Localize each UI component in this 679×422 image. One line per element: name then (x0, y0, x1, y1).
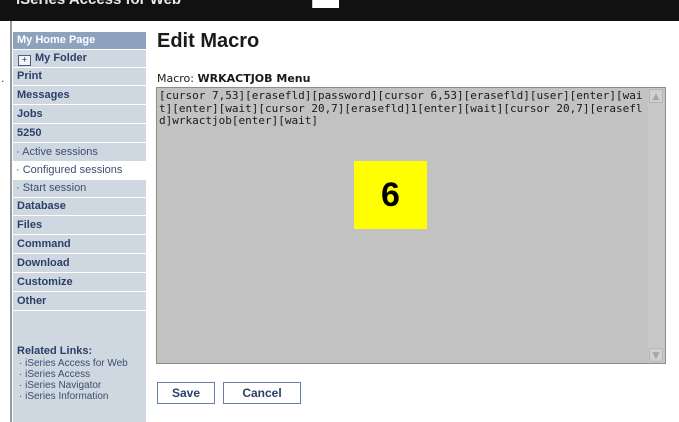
cancel-button[interactable]: Cancel (223, 382, 301, 404)
save-button[interactable]: Save (157, 382, 215, 404)
related-link-iseries-access[interactable]: · iSeries Access (17, 369, 145, 380)
nav-start-session[interactable]: · Start session (13, 180, 146, 198)
nav-customize[interactable]: Customize (13, 274, 146, 292)
left-edge: . (0, 21, 12, 422)
nav-files[interactable]: Files (13, 217, 146, 235)
nav-active-sessions[interactable]: · Active sessions (13, 144, 146, 162)
nav-other[interactable]: Other (13, 293, 146, 311)
related-link-iseries-information[interactable]: · iSeries Information (17, 391, 145, 402)
nav-5250[interactable]: 5250 (13, 125, 146, 143)
page-title: Edit Macro (157, 30, 260, 52)
nav-messages[interactable]: Messages (13, 87, 146, 105)
macro-label-prefix: Macro: (157, 72, 198, 85)
left-navigation: My Home Page + My Folder Print Messages J… (13, 32, 146, 422)
nav-my-folder-label: My Folder (35, 52, 87, 64)
edge-divider (10, 21, 12, 422)
macro-label: Macro: WRKACTJOB Menu (157, 72, 310, 85)
macro-text[interactable]: [cursor 7,53][erasefld][password][cursor… (159, 89, 645, 128)
related-links-heading: Related Links: (17, 345, 93, 357)
macro-name: WRKACTJOB Menu (197, 72, 311, 85)
scroll-up-icon[interactable]: ▲ (649, 89, 663, 103)
nav-database[interactable]: Database (13, 198, 146, 216)
app-title: iSeries Access for Web (16, 0, 181, 8)
step-callout: 6 (354, 161, 427, 229)
editor-scrollbar[interactable]: ▲ ▼ (648, 88, 665, 363)
app-header-bar: iSeries Access for Web (0, 0, 679, 21)
header-gap (312, 0, 339, 8)
related-links: Related Links: · iSeries Access for Web … (17, 345, 145, 402)
related-link-iseries-access-web[interactable]: · iSeries Access for Web (17, 358, 145, 369)
edge-mark: . (1, 72, 5, 85)
scroll-down-icon[interactable]: ▼ (649, 348, 663, 362)
nav-my-home-page[interactable]: My Home Page (13, 32, 146, 50)
nav-jobs[interactable]: Jobs (13, 106, 146, 124)
nav-command[interactable]: Command (13, 236, 146, 254)
nav-download[interactable]: Download (13, 255, 146, 273)
folder-icon: + (18, 55, 31, 66)
nav-my-folder[interactable]: + My Folder (13, 50, 146, 68)
related-link-iseries-navigator[interactable]: · iSeries Navigator (17, 380, 145, 391)
nav-print[interactable]: Print (13, 68, 146, 86)
nav-configured-sessions[interactable]: · Configured sessions (13, 162, 146, 180)
